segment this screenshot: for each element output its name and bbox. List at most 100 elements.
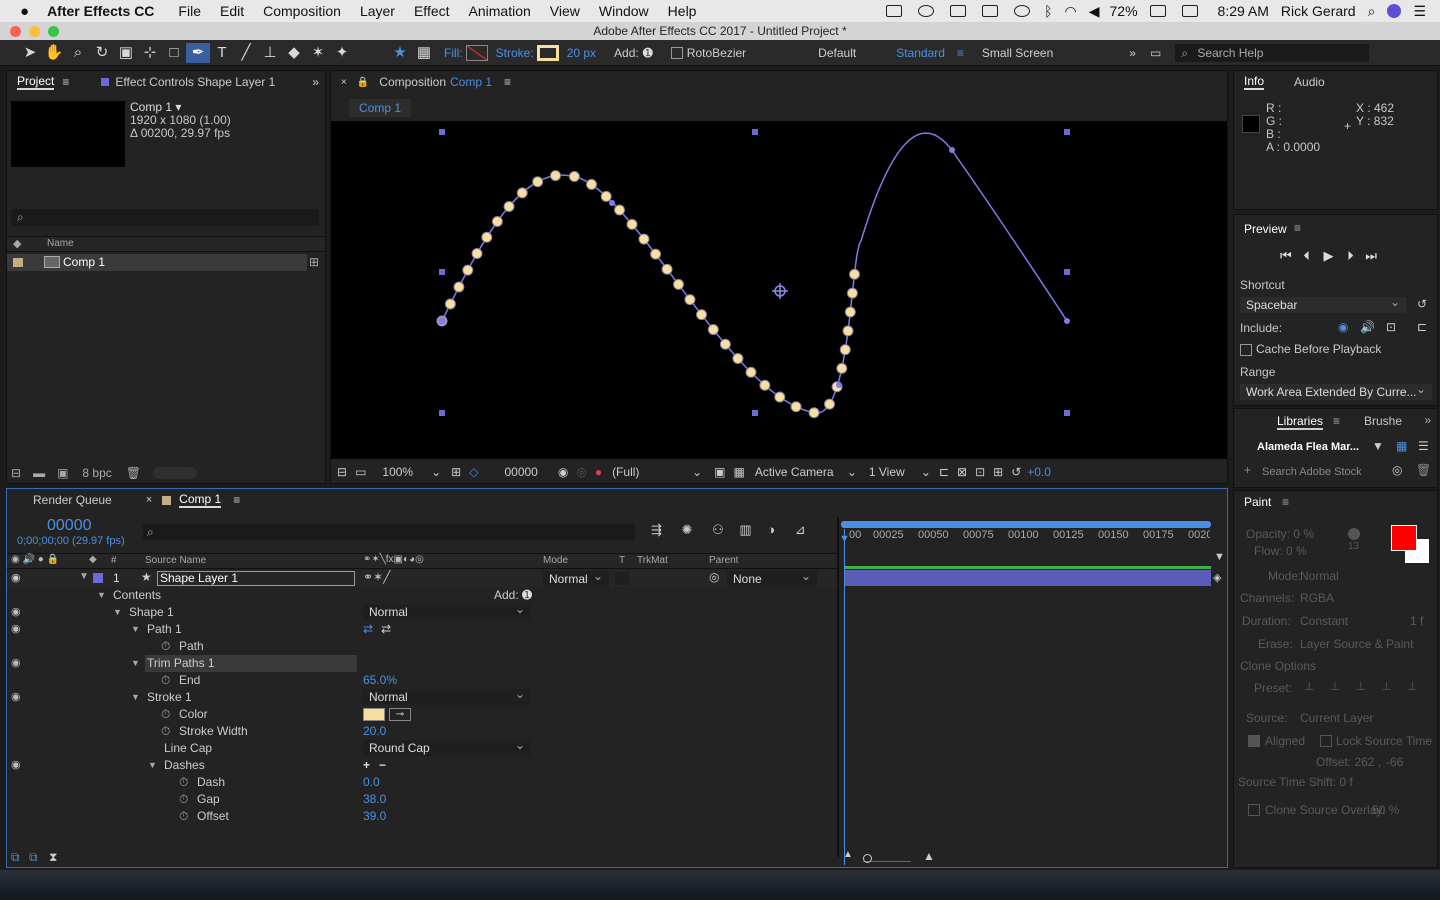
minimize-button[interactable] <box>29 26 40 37</box>
path-direction-icon[interactable]: ⇄ <box>363 621 373 638</box>
comp-breadcrumb[interactable]: Comp 1 <box>349 99 412 117</box>
layer-label-swatch[interactable] <box>93 573 103 583</box>
airplay-icon[interactable] <box>982 5 999 17</box>
type-tool-icon[interactable]: T <box>210 43 234 63</box>
fill-label[interactable]: Fill: <box>444 46 463 60</box>
play-icon[interactable]: ▶ <box>1323 248 1333 263</box>
apple-icon[interactable]: ● <box>20 3 29 20</box>
brush-tool-icon[interactable]: ╱ <box>234 43 258 63</box>
menu-window[interactable]: Window <box>599 3 649 19</box>
name-column-header[interactable]: Name <box>47 238 74 249</box>
battery-icon[interactable] <box>1149 5 1166 17</box>
clone-preset-5-icon[interactable]: ⊥ <box>1407 679 1417 693</box>
menu-view[interactable]: View <box>550 3 580 19</box>
wifi-icon[interactable]: ◠ <box>1065 3 1077 20</box>
eraser-tool-icon[interactable]: ◆ <box>282 43 306 63</box>
flux-icon[interactable] <box>950 5 967 17</box>
clone-stamp-tool-icon[interactable]: ⊥ <box>258 43 282 63</box>
camera-tool-icon[interactable]: ▣ <box>114 43 138 63</box>
include-video-icon[interactable]: ◉ <box>1338 320 1348 334</box>
mode-header[interactable]: Mode <box>543 555 568 566</box>
foreground-color-swatch[interactable] <box>1391 525 1417 551</box>
pen-tool-icon[interactable]: ✒ <box>186 42 210 63</box>
twirl-open-icon[interactable]: ▼ <box>131 655 140 672</box>
mask-icon[interactable]: ▦ <box>412 43 436 63</box>
tab-audio[interactable]: Audio <box>1294 75 1325 89</box>
range-dropdown[interactable]: Work Area Extended By Curre... <box>1240 381 1432 400</box>
trash-icon[interactable]: 🗑 <box>126 466 141 480</box>
notification-center-icon[interactable]: ☰ <box>1413 3 1426 20</box>
mask-visibility-icon[interactable]: ◇ <box>469 465 478 479</box>
current-time[interactable]: 00000 <box>504 465 537 479</box>
layer-switches-icons[interactable]: ⚭✶╱ <box>363 570 390 584</box>
label-column-icon[interactable]: ◆ <box>13 237 21 250</box>
clone-overlay-checkbox[interactable] <box>1248 804 1260 816</box>
star-icon[interactable]: ★ <box>388 43 412 63</box>
twirl-open-icon[interactable]: ▼ <box>97 587 106 604</box>
cc-sync-icon[interactable]: ◎ <box>1392 463 1402 477</box>
motion-blur-icon[interactable]: ◑ <box>767 522 775 537</box>
frame-blending-icon[interactable]: ▥ <box>739 522 751 537</box>
clone-preset-4-icon[interactable]: ⊥ <box>1381 679 1391 693</box>
project-search[interactable]: ⌕ <box>11 209 319 226</box>
selection-tool-icon[interactable]: ➤ <box>18 43 42 63</box>
tab-libraries[interactable]: Libraries <box>1277 414 1324 430</box>
trkmat-box[interactable] <box>615 572 629 585</box>
timeline-timecode[interactable]: 00000 <box>47 517 92 535</box>
panel-menu-icon[interactable]: ≡ <box>233 493 240 507</box>
workspace-overflow-icon[interactable]: » <box>1129 46 1136 60</box>
visibility-eye-icon[interactable]: ◉ <box>11 621 21 638</box>
layer-name[interactable]: Shape Layer 1 <box>157 571 355 586</box>
duration-frames[interactable]: 1 f <box>1410 614 1423 628</box>
new-folder-icon[interactable]: ▬ <box>33 466 45 480</box>
region-of-interest-icon[interactable]: ▣ <box>714 465 725 479</box>
stopwatch-icon[interactable]: ⏱ <box>179 791 188 808</box>
visibility-eye-icon[interactable]: ◉ <box>11 655 21 672</box>
library-name[interactable]: Alameda Flea Mar... <box>1257 441 1359 453</box>
menu-layer[interactable]: Layer <box>360 3 395 19</box>
offset-y-value[interactable]: -66 <box>1386 755 1403 769</box>
erase-value[interactable]: Layer Source & Paint <box>1300 637 1413 651</box>
twirl-open-icon[interactable]: ▼ <box>148 757 157 774</box>
rotation-tool-icon[interactable]: ↻ <box>90 43 114 63</box>
camera-dropdown[interactable]: Active Camera <box>755 465 847 479</box>
fill-swatch[interactable] <box>465 44 488 61</box>
monitor-icon[interactable]: ▭ <box>355 465 366 479</box>
input-menu-icon[interactable] <box>1181 5 1198 17</box>
panel-menu-icon[interactable]: ≡ <box>62 75 69 89</box>
menu-help[interactable]: Help <box>668 3 697 19</box>
stroke-swatch[interactable] <box>536 44 559 61</box>
channel-icon[interactable]: ● <box>595 465 602 479</box>
remove-dash-icon[interactable]: − <box>379 757 386 774</box>
channels-value[interactable]: RGBA <box>1300 591 1334 605</box>
close-tab-icon[interactable]: × <box>341 77 347 88</box>
next-frame-icon[interactable]: ⏵ <box>1347 248 1354 263</box>
shape1-mode-dropdown[interactable]: Normal <box>363 601 531 620</box>
battery-percent[interactable]: 72% <box>1110 3 1138 19</box>
graph-editor-icon[interactable]: ⊿ <box>795 522 806 537</box>
zoom-slider[interactable] <box>863 852 911 863</box>
spotlight-icon[interactable]: ⌕ <box>1368 3 1376 20</box>
reset-exposure-icon[interactable]: ↺ <box>1011 465 1021 479</box>
include-audio-icon[interactable]: 🔊 <box>1360 320 1375 334</box>
zoom-tool-icon[interactable]: ⌕ <box>66 43 90 63</box>
stock-search-placeholder[interactable]: Search Adobe Stock <box>1262 466 1362 478</box>
draft-3d-icon[interactable]: ✺ <box>682 522 693 537</box>
puppet-pin-tool-icon[interactable]: ✦ <box>330 43 354 63</box>
tab-brushes[interactable]: Brushe <box>1364 414 1402 428</box>
preview-title[interactable]: Preview <box>1244 222 1287 236</box>
offset-value[interactable]: 39.0 <box>363 808 386 825</box>
zoom-button[interactable] <box>48 26 59 37</box>
camera-dropdown-icon[interactable]: ⌄ <box>847 465 857 479</box>
panel-menu-icon[interactable]: ≡ <box>1282 495 1289 509</box>
clone-preset-1-icon[interactable]: ⊥ <box>1304 679 1314 693</box>
export-icon[interactable]: ⊏ <box>1417 320 1427 334</box>
resolution-dropdown[interactable]: (Full) <box>612 465 692 479</box>
duration-value[interactable]: Constant <box>1300 614 1348 628</box>
siri-icon[interactable] <box>1387 4 1402 18</box>
current-time-indicator[interactable] <box>844 529 845 865</box>
paint-title[interactable]: Paint <box>1244 495 1271 509</box>
comp-viewer[interactable] <box>331 121 1227 459</box>
views-dropdown-icon[interactable]: ⌄ <box>921 465 931 479</box>
tab-project[interactable]: Project <box>17 74 55 90</box>
